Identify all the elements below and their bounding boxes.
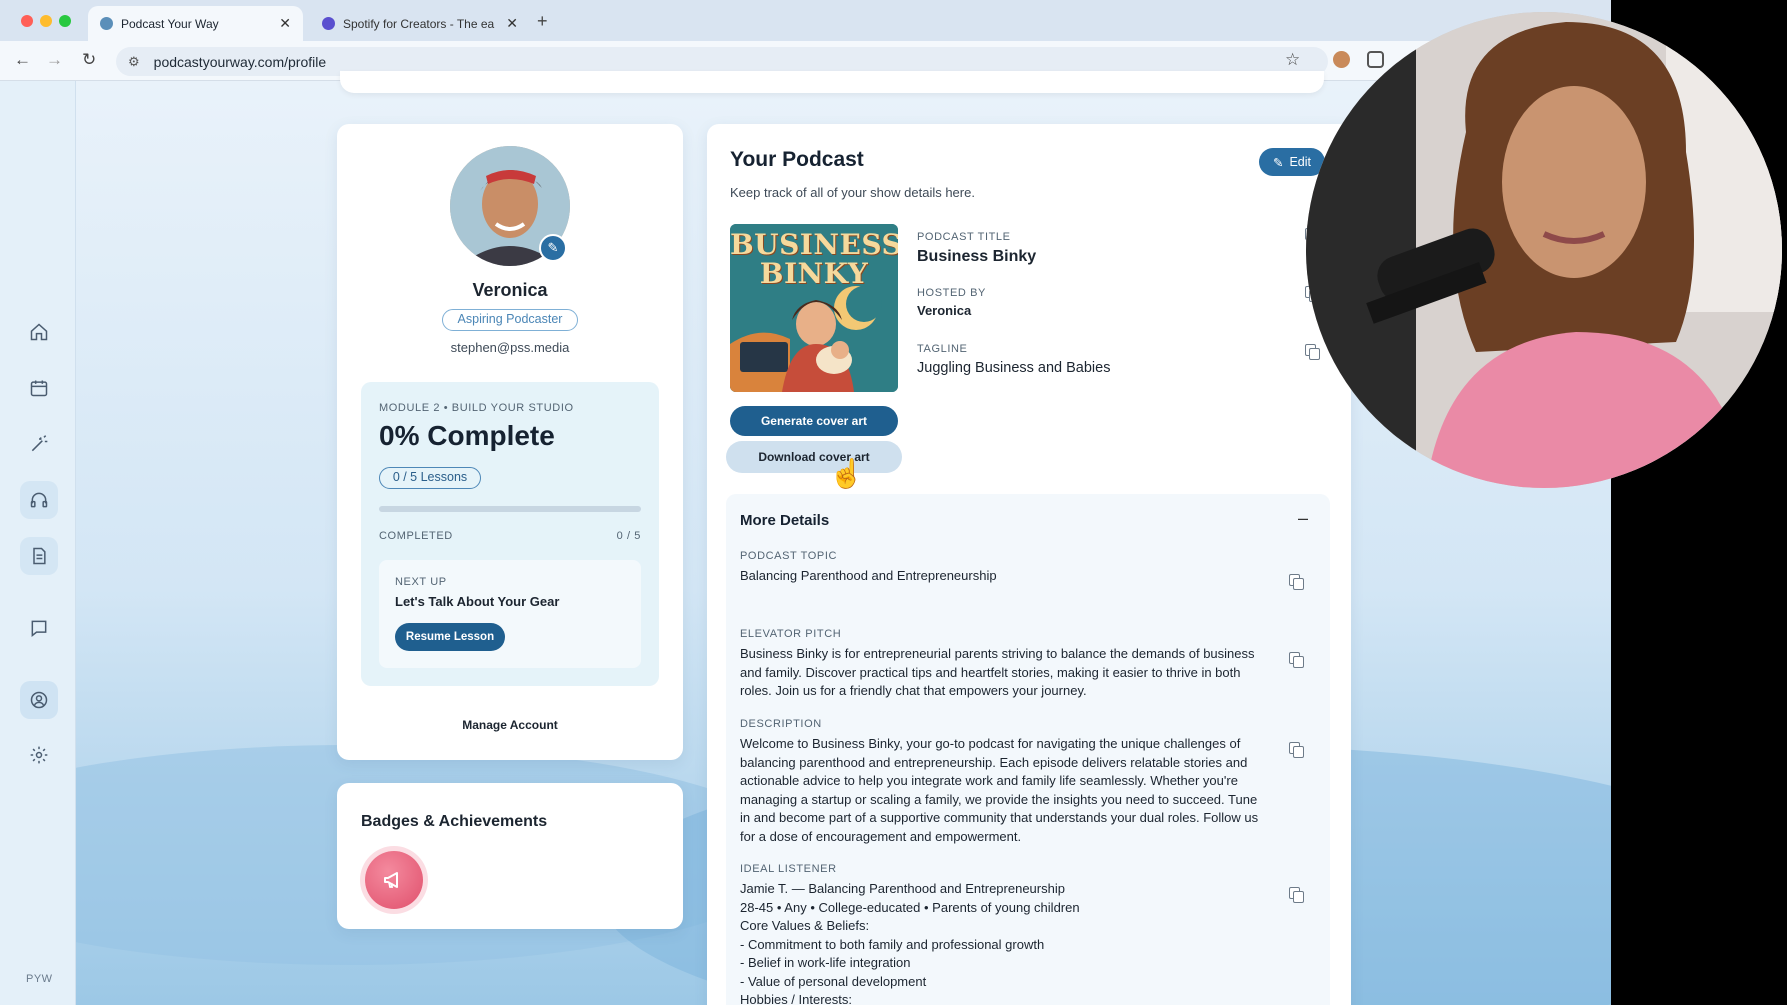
- url-text: podcastyourway.com/profile: [153, 53, 327, 70]
- profile-card: ✎ Veronica Aspiring Podcaster stephen@ps…: [337, 124, 683, 760]
- copy-listener-icon[interactable]: [1289, 887, 1304, 903]
- pitch-value: Business Binky is for entrepreneurial pa…: [740, 646, 1255, 698]
- tab-podcast-your-way[interactable]: Podcast Your Way ✕: [88, 6, 303, 41]
- topic-label: PODCAST TOPIC: [740, 550, 838, 562]
- sidebar-item-profile[interactable]: [20, 681, 58, 719]
- close-tab-icon[interactable]: ✕: [506, 15, 518, 32]
- completed-label: COMPLETED: [379, 530, 453, 542]
- sidebar-item-calendar[interactable]: [20, 369, 58, 407]
- description-label: DESCRIPTION: [740, 718, 822, 730]
- presenter-webcam: [1306, 12, 1782, 488]
- module-progress-card: MODULE 2 • BUILD YOUR STUDIO 0% Complete…: [361, 382, 659, 686]
- module-progress-bar: [379, 506, 641, 512]
- ideal-listener-value: Jamie T. — Balancing Parenthood and Entr…: [740, 881, 1080, 1005]
- badges-card: Badges & Achievements: [337, 783, 683, 929]
- sidebar: PYW: [0, 81, 76, 1005]
- module-label: MODULE 2 • BUILD YOUR STUDIO: [379, 402, 574, 414]
- next-up-title: Let's Talk About Your Gear: [395, 594, 560, 609]
- calendar-icon: [30, 380, 48, 397]
- more-details-title: More Details: [740, 512, 830, 529]
- new-tab-button[interactable]: +: [537, 11, 548, 32]
- maximize-window-button[interactable]: [59, 15, 71, 27]
- download-cover-art-button[interactable]: Download cover art: [726, 441, 902, 473]
- module-percent: 0% Complete: [379, 420, 555, 451]
- hosted-by-label: HOSTED BY: [917, 287, 986, 299]
- sidebar-item-documents[interactable]: [20, 537, 58, 575]
- topic-value: Balancing Parenthood and Entrepreneurshi…: [740, 568, 997, 583]
- tab-strip: Podcast Your Way ✕ Spotify for Creators …: [0, 0, 1611, 41]
- presenter-video: [1306, 12, 1782, 488]
- copy-topic-icon[interactable]: [1289, 574, 1304, 590]
- manage-account-link[interactable]: Manage Account: [337, 718, 683, 732]
- collapse-minus-icon[interactable]: –: [1298, 508, 1308, 529]
- podcast-subheading: Keep track of all of your show details h…: [730, 185, 975, 200]
- bookmark-star-icon[interactable]: ☆: [1285, 50, 1300, 70]
- top-card-edge: [340, 71, 1324, 93]
- forward-arrow-icon[interactable]: →: [46, 50, 63, 70]
- pencil-icon: ✎: [547, 240, 559, 255]
- gear-icon: [30, 746, 48, 764]
- next-up-label: NEXT UP: [395, 576, 447, 588]
- description-value: Welcome to Business Binky, your go-to po…: [740, 736, 1259, 844]
- profile-extension-icon[interactable]: [1333, 51, 1350, 68]
- ideal-listener-label: IDEAL LISTENER: [740, 863, 837, 875]
- headphones-icon: [30, 492, 48, 508]
- more-details-panel: More Details – PODCAST TOPIC Balancing P…: [726, 494, 1330, 1005]
- generate-cover-art-button[interactable]: Generate cover art: [730, 406, 898, 436]
- tab-spotify-creators[interactable]: Spotify for Creators - The ea ✕: [310, 6, 530, 41]
- hand-cursor-icon: ☝: [829, 458, 864, 489]
- extensions-puzzle-icon[interactable]: [1367, 51, 1384, 68]
- podcast-favicon-icon: [100, 17, 113, 30]
- tagline-value: Juggling Business and Babies: [917, 360, 1111, 376]
- role-badge: Aspiring Podcaster: [442, 309, 578, 331]
- copy-pitch-icon[interactable]: [1289, 652, 1304, 668]
- podcast-title-label: PODCAST TITLE: [917, 231, 1011, 243]
- podcast-card: Your Podcast Keep track of all of your s…: [707, 124, 1351, 1005]
- sidebar-footer-logo: PYW: [26, 973, 53, 985]
- close-tab-icon[interactable]: ✕: [279, 15, 291, 32]
- reload-icon[interactable]: ↻: [82, 50, 96, 70]
- profile-name: Veronica: [472, 280, 548, 300]
- copy-description-icon[interactable]: [1289, 742, 1304, 758]
- podcast-title-value: Business Binky: [917, 248, 1037, 265]
- tab-title: Spotify for Creators - The ea: [343, 16, 495, 31]
- cover-art-image: BUSINESS BINKY: [730, 224, 898, 392]
- completed-count: 0 / 5: [616, 530, 641, 542]
- lessons-badge: 0 / 5 Lessons: [379, 467, 481, 489]
- edit-label: Edit: [1289, 155, 1312, 169]
- sidebar-item-home[interactable]: [20, 313, 58, 351]
- home-icon: [30, 323, 48, 341]
- magic-wand-icon: [31, 435, 48, 452]
- hosted-by-value: Veronica: [917, 303, 972, 318]
- cover-art-title: BUSINESS BINKY: [730, 228, 898, 290]
- site-settings-icon[interactable]: ⚙: [128, 54, 140, 70]
- badges-title: Badges & Achievements: [361, 813, 548, 830]
- chat-icon: [31, 620, 47, 638]
- sidebar-item-chat[interactable]: [20, 609, 58, 647]
- pitch-label: ELEVATOR PITCH: [740, 628, 842, 640]
- minimize-window-button[interactable]: [40, 15, 52, 27]
- document-icon: [33, 547, 46, 565]
- user-circle-icon: [30, 691, 48, 709]
- edit-avatar-button[interactable]: ✎: [539, 234, 567, 262]
- pencil-icon: ✎: [1272, 155, 1284, 170]
- megaphone-badge[interactable]: [365, 851, 423, 909]
- copy-tagline-icon[interactable]: [1305, 344, 1320, 360]
- close-window-button[interactable]: [21, 15, 33, 27]
- tagline-label: TAGLINE: [917, 343, 968, 355]
- sidebar-item-magic[interactable]: [20, 425, 58, 463]
- spotify-favicon-icon: [322, 17, 335, 30]
- tab-title: Podcast Your Way: [121, 16, 219, 31]
- next-up-card: NEXT UP Let's Talk About Your Gear Resum…: [379, 560, 641, 668]
- megaphone-icon: [384, 872, 398, 888]
- sidebar-item-settings[interactable]: [20, 736, 58, 774]
- profile-email: stephen@pss.media: [450, 340, 570, 355]
- sidebar-item-listen[interactable]: [20, 481, 58, 519]
- podcast-heading: Your Podcast: [730, 148, 864, 171]
- back-arrow-icon[interactable]: ←: [14, 50, 31, 70]
- edit-podcast-button[interactable]: ✎ Edit: [1259, 148, 1325, 176]
- resume-lesson-button[interactable]: Resume Lesson: [395, 623, 505, 651]
